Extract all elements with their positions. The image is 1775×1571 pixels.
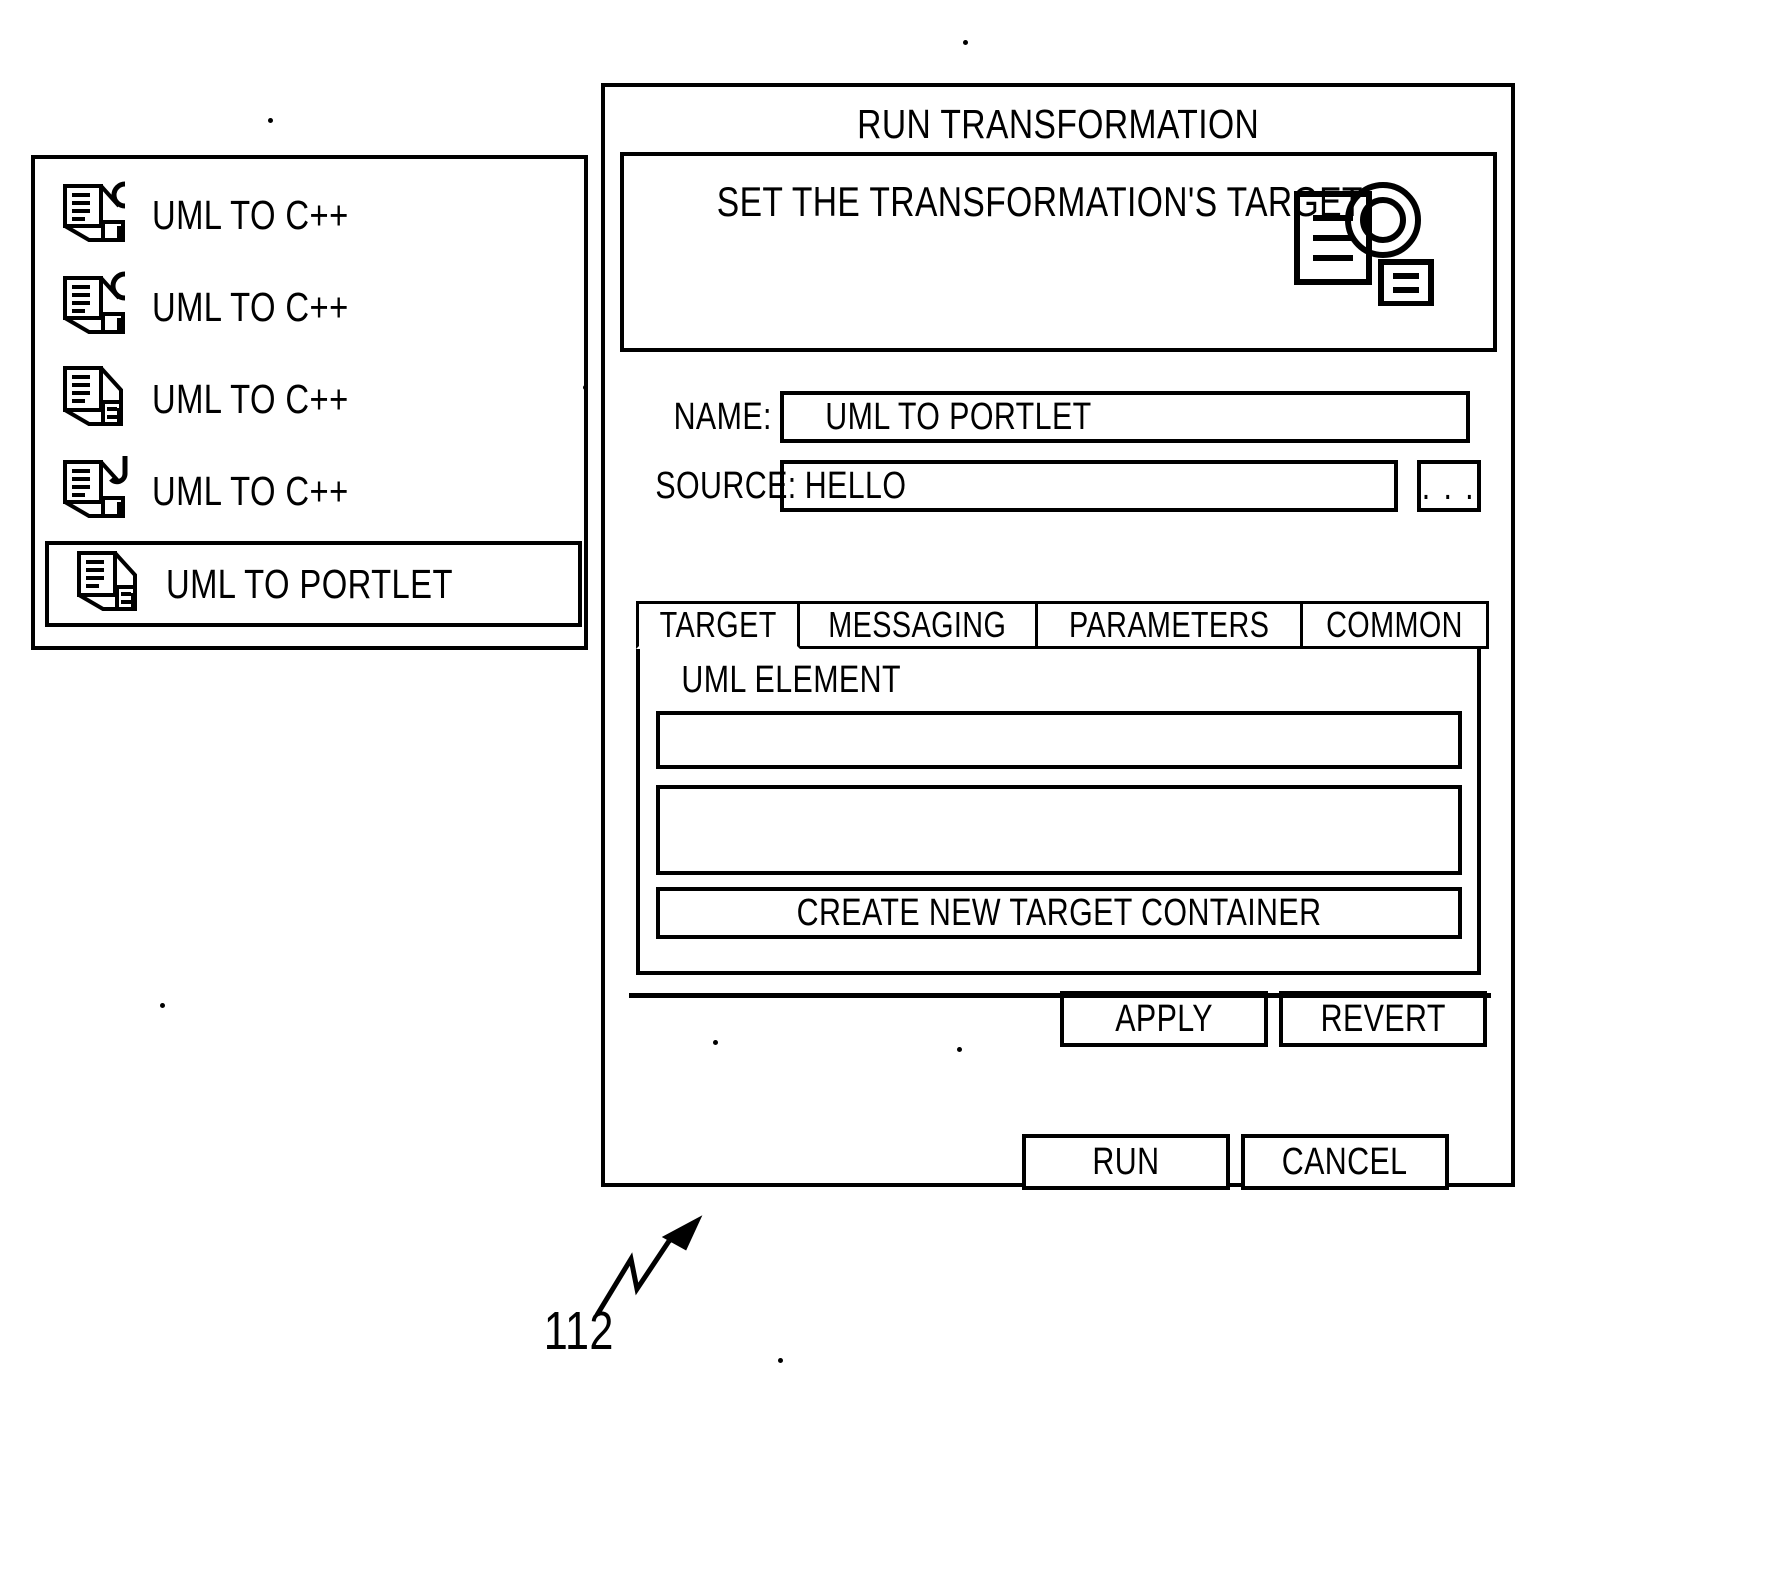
list-item[interactable]: UML TO C++	[35, 445, 584, 537]
create-new-target-container-button[interactable]: CREATE NEW TARGET CONTAINER	[656, 887, 1462, 939]
uml-to-cpp-icon	[58, 178, 130, 252]
uml-to-cpp-icon	[58, 270, 130, 344]
uml-to-portlet-icon	[72, 547, 144, 621]
scan-speck	[268, 118, 273, 123]
scan-speck	[160, 1003, 165, 1008]
list-item-label: UML TO C++	[152, 283, 349, 330]
list-item-selected[interactable]: UML TO PORTLET	[45, 541, 582, 627]
source-browse-button[interactable]: . . .	[1417, 460, 1481, 512]
scan-speck	[963, 40, 968, 45]
tab-messaging[interactable]: MESSAGING	[797, 601, 1038, 649]
apply-button[interactable]: APPLY	[1060, 991, 1268, 1047]
scan-speck	[957, 1047, 962, 1052]
scan-speck	[583, 385, 588, 390]
source-input-value: HELLO	[804, 464, 907, 507]
list-item-label: UML TO C++	[152, 375, 349, 422]
run-transformation-dialog: RUN TRANSFORMATION SET THE TRANSFORMATIO…	[601, 83, 1515, 1190]
transformation-banner-icon	[1291, 176, 1441, 307]
scan-speck	[778, 1358, 783, 1363]
uml-element-list[interactable]	[656, 711, 1462, 769]
scan-speck	[713, 1040, 718, 1045]
name-input[interactable]: UML TO PORTLET	[780, 391, 1470, 443]
tab-parameters[interactable]: PARAMETERS	[1034, 601, 1304, 649]
list-item-label: UML TO C++	[152, 467, 349, 514]
dialog-separator	[629, 993, 1491, 998]
list-item[interactable]: UML TO C++	[35, 353, 584, 445]
source-field-row: SOURCE: HELLO	[620, 460, 1398, 512]
revert-button[interactable]: REVERT	[1279, 991, 1487, 1047]
target-container-list[interactable]	[656, 785, 1462, 875]
figure-callout-number: 112	[543, 1301, 614, 1361]
list-item[interactable]: UML TO C++	[35, 261, 584, 353]
source-input[interactable]: HELLO	[780, 460, 1398, 512]
uml-to-java-icon	[58, 454, 130, 528]
name-label: NAME:	[673, 395, 772, 438]
tab-strip: TARGET MESSAGING PARAMETERS COMMON	[636, 601, 1490, 649]
transformation-list-panel: UML TO C++ UML TO C++ UML TO C++ UML TO …	[31, 155, 588, 650]
list-item[interactable]: UML TO C++	[35, 169, 584, 261]
tab-common[interactable]: COMMON	[1300, 601, 1490, 649]
ellipsis-icon: . . .	[1421, 466, 1477, 508]
cancel-button[interactable]: CANCEL	[1241, 1134, 1449, 1190]
name-input-value: UML TO PORTLET	[825, 395, 1092, 438]
tab-target[interactable]: TARGET	[636, 601, 801, 649]
uml-element-label: UML ELEMENT	[681, 659, 901, 701]
dialog-banner: SET THE TRANSFORMATION'S TARGET	[620, 152, 1497, 352]
name-field-row: NAME: UML TO PORTLET	[620, 391, 1470, 443]
dialog-title: RUN TRANSFORMATION	[856, 101, 1260, 147]
list-item-label: UML TO C++	[152, 191, 349, 238]
source-label: SOURCE:	[655, 464, 797, 507]
run-button[interactable]: RUN	[1022, 1134, 1230, 1190]
target-tab-panel: UML ELEMENT CREATE NEW TARGET CONTAINER	[636, 645, 1481, 975]
list-item-label: UML TO PORTLET	[166, 560, 453, 607]
uml-to-doc-icon	[58, 362, 130, 436]
dialog-form: NAME: UML TO PORTLET SOURCE: HELLO . . .…	[620, 355, 1497, 1070]
